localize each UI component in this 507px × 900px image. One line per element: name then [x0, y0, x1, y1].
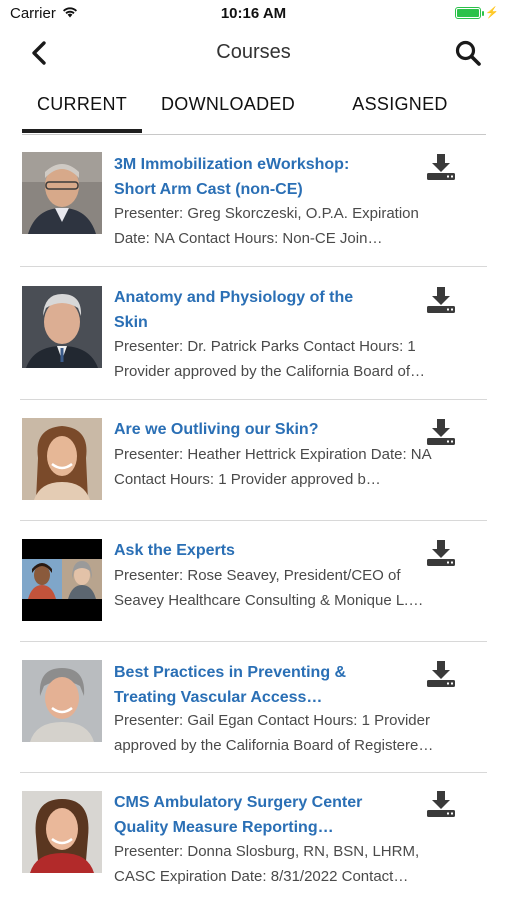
nav-bar: Courses	[0, 30, 507, 76]
course-title[interactable]: Are we Outliving our Skin?	[114, 418, 372, 443]
course-desc-line: Presenter: Donna Slosburg, RN, BSN, LHRM…	[114, 843, 420, 860]
course-title[interactable]: CMS Ambulatory Surgery Center Quality Me…	[114, 791, 372, 840]
course-title[interactable]: Best Practices in Preventing & Treating …	[114, 661, 372, 710]
download-icon	[427, 540, 455, 566]
course-title-line: Best Practices in Preventing &	[114, 664, 347, 681]
course-title-line: Are we Outliving our Skin?	[114, 421, 319, 438]
tab-bar: CURRENT DOWNLOADED ASSIGNED	[22, 86, 486, 135]
course-desc-line: Date: NA Contact Hours: Non-CE Join…	[114, 229, 383, 247]
tab-assigned[interactable]: ASSIGNED	[314, 86, 486, 132]
download-icon	[427, 419, 455, 445]
download-icon	[427, 154, 455, 180]
page-title: Courses	[216, 41, 291, 63]
course-item[interactable]: Are we Outliving our Skin? Presenter: He…	[20, 400, 487, 521]
download-button[interactable]	[425, 789, 457, 819]
search-button[interactable]	[451, 36, 485, 70]
course-item[interactable]: Ask the Experts Presenter: Rose Seavey, …	[20, 521, 487, 642]
course-desc-line: Presenter: Dr. Patrick Parks Contact Hou…	[114, 338, 416, 355]
course-title[interactable]: Anatomy and Physiology of the Skin	[114, 286, 372, 335]
course-title-line: Anatomy and Physiology of the	[114, 289, 354, 306]
course-desc-line: Presenter: Gail Egan Contact Hours: 1 Pr…	[114, 712, 430, 729]
course-list: 3M Immobilization eWorkshop: Short Arm C…	[0, 140, 507, 893]
course-thumbnail	[22, 418, 102, 500]
course-item[interactable]: CMS Ambulatory Surgery Center Quality Me…	[20, 773, 487, 893]
course-description: Presenter: Greg Skorczeski, O.P.A. Expir…	[114, 202, 490, 251]
course-desc-line: CASC Expiration Date: 8/31/2022 Contact…	[114, 867, 409, 885]
download-button[interactable]	[425, 152, 457, 182]
course-title[interactable]: Ask the Experts	[114, 539, 372, 564]
status-battery-group: ⚡	[455, 6, 499, 19]
course-title-line: 3M Immobilization eWorkshop:	[114, 156, 350, 173]
course-title-line: Skin	[114, 313, 148, 331]
charging-bolt-icon: ⚡	[485, 7, 499, 19]
course-description: Presenter: Heather Hettrick Expiration D…	[114, 443, 490, 492]
course-title-line: CMS Ambulatory Surgery Center	[114, 794, 363, 811]
course-desc-line: Provider approved by the California Boar…	[114, 362, 426, 380]
course-title-line: Quality Measure Reporting…	[114, 818, 334, 836]
download-icon	[427, 287, 455, 313]
course-description: Presenter: Dr. Patrick Parks Contact Hou…	[114, 335, 490, 384]
download-button[interactable]	[425, 659, 457, 689]
download-button[interactable]	[425, 417, 457, 447]
battery-icon	[455, 6, 485, 19]
course-item[interactable]: Best Practices in Preventing & Treating …	[20, 642, 487, 773]
course-thumbnail	[22, 791, 102, 873]
course-description: Presenter: Rose Seavey, President/CEO of…	[114, 564, 490, 613]
course-description: Presenter: Donna Slosburg, RN, BSN, LHRM…	[114, 840, 490, 889]
course-desc-line: Seavey Healthcare Consulting & Monique L…	[114, 591, 424, 609]
course-title-line: Treating Vascular Access…	[114, 688, 323, 706]
download-icon	[427, 791, 455, 817]
status-bar: Carrier 10:16 AM ⚡	[0, 0, 507, 28]
download-button[interactable]	[425, 285, 457, 315]
course-desc-line: approved by the California Board of Regi…	[114, 736, 434, 754]
course-thumbnail	[22, 152, 102, 234]
course-desc-line: Contact Hours: 1 Provider approved b…	[114, 470, 381, 488]
search-icon	[455, 40, 481, 66]
download-icon	[427, 661, 455, 687]
course-thumbnail	[22, 660, 102, 742]
course-thumbnail	[22, 539, 102, 621]
course-item[interactable]: Anatomy and Physiology of the Skin Prese…	[20, 267, 487, 400]
status-time: 10:16 AM	[220, 5, 287, 22]
course-title-line: Short Arm Cast (non-CE)	[114, 180, 303, 198]
tab-current[interactable]: CURRENT	[22, 86, 142, 133]
course-title[interactable]: 3M Immobilization eWorkshop: Short Arm C…	[114, 153, 372, 202]
course-title-line: Ask the Experts	[114, 542, 235, 559]
course-item[interactable]: 3M Immobilization eWorkshop: Short Arm C…	[20, 140, 487, 267]
course-desc-line: Presenter: Greg Skorczeski, O.P.A. Expir…	[114, 205, 419, 222]
course-thumbnail	[22, 286, 102, 368]
course-description: Presenter: Gail Egan Contact Hours: 1 Pr…	[114, 709, 490, 758]
download-button[interactable]	[425, 538, 457, 568]
tab-downloaded[interactable]: DOWNLOADED	[142, 86, 314, 132]
